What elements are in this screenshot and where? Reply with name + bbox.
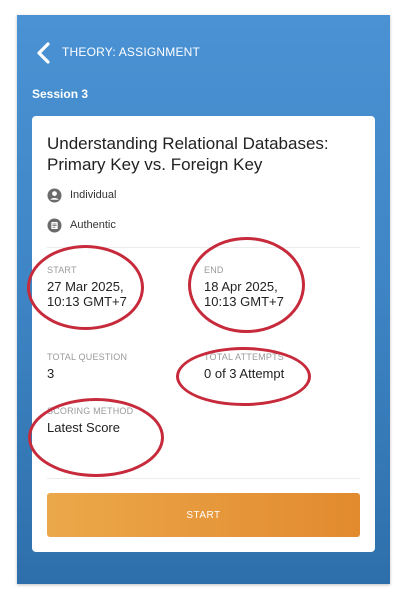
end-label: END — [204, 265, 224, 275]
scoring-method-field: SCORING METHOD Latest Score — [47, 406, 133, 435]
end-value: 18 Apr 2025, 10:13 GMT+7 — [204, 279, 284, 309]
mode-label: Individual — [70, 189, 117, 201]
type-row: Authentic — [47, 217, 116, 233]
total-attempts-field: TOTAL ATTEMPTS 0 of 3 Attempt — [204, 352, 284, 381]
person-icon — [47, 188, 62, 203]
document-icon — [47, 218, 62, 233]
total-question-field: TOTAL QUESTION 3 — [47, 352, 127, 381]
page-title: THEORY: ASSIGNMENT — [62, 45, 201, 59]
scoring-method-value: Latest Score — [47, 420, 120, 435]
end-field: END 18 Apr 2025, 10:13 GMT+7 — [204, 265, 284, 309]
scoring-method-label: SCORING METHOD — [47, 406, 134, 416]
total-question-label: TOTAL QUESTION — [47, 352, 128, 362]
start-button[interactable]: START — [47, 493, 360, 537]
chevron-left-icon[interactable] — [35, 41, 53, 65]
start-field: START 27 Mar 2025, 10:13 GMT+7 — [47, 265, 127, 309]
total-attempts-label: TOTAL ATTEMPTS — [204, 352, 284, 362]
assignment-title: Understanding Relational Databases: Prim… — [47, 134, 329, 174]
mode-row: Individual — [47, 187, 116, 203]
divider — [47, 247, 360, 248]
start-label: START — [47, 265, 77, 275]
session-label: Session 3 — [32, 87, 89, 101]
total-question-value: 3 — [47, 366, 55, 381]
total-attempts-value: 0 of 3 Attempt — [204, 366, 285, 381]
assignment-card: Understanding Relational Databases: Prim… — [32, 116, 375, 552]
header: THEORY: ASSIGNMENT — [17, 15, 390, 87]
type-label: Authentic — [70, 219, 116, 231]
start-value: 27 Mar 2025, 10:13 GMT+7 — [47, 279, 127, 309]
app-screen: THEORY: ASSIGNMENT Session 3 Understandi… — [17, 15, 390, 584]
divider — [47, 478, 360, 479]
